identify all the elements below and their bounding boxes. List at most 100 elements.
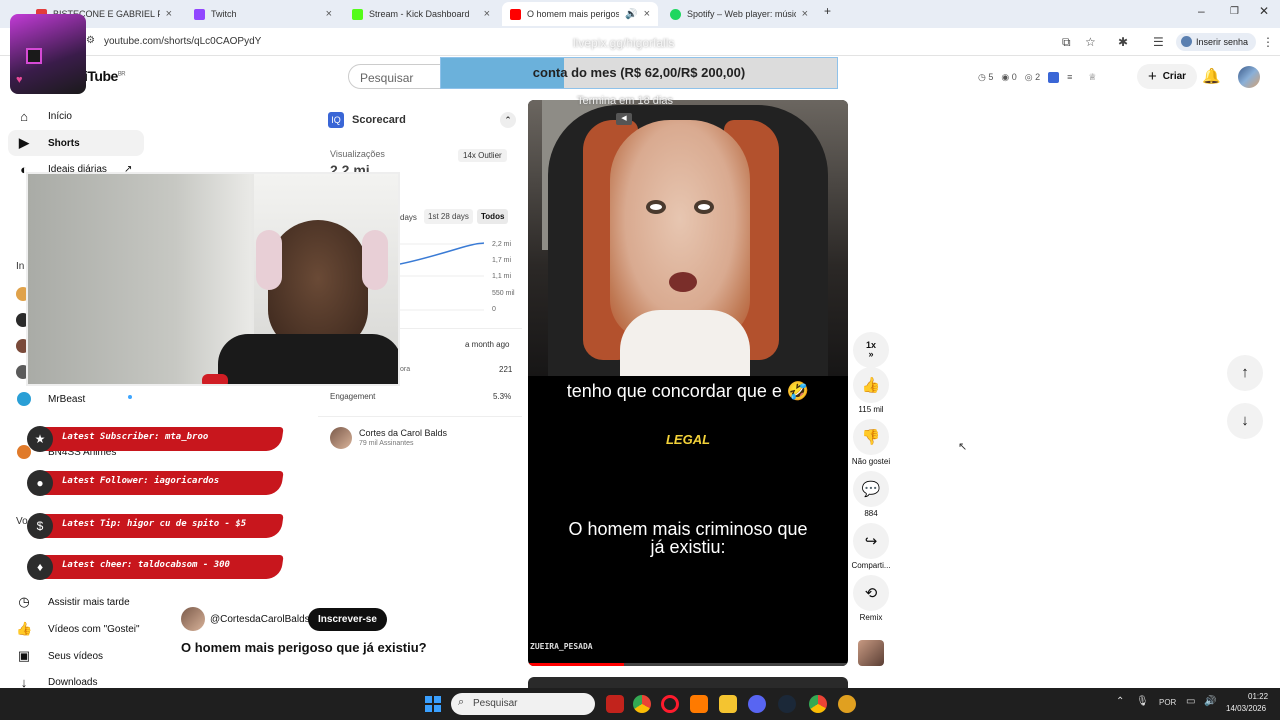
tray-chevron-icon[interactable]: ⌃ [1116,696,1124,707]
axis-tick: 1,7 mi [492,257,512,264]
site-info-icon[interactable]: ⚙ [86,35,95,46]
range-tab-active[interactable]: Todos [477,209,509,224]
like-count: 115 mil [858,405,884,414]
discord-icon[interactable] [748,695,766,713]
shorts-icon: ▶ [19,135,29,150]
sound-thumbnail[interactable] [858,640,884,666]
tab-search-icon[interactable]: ☰ [1153,35,1164,49]
logo-region: BR [117,71,126,78]
sidebar-item-watch-later[interactable]: ◷ Assistir mais tarde [8,589,144,615]
clock-time[interactable]: 01:22 [1248,692,1268,701]
vidiq-icon[interactable] [1048,71,1060,83]
speaker-icon[interactable]: 🔊 [625,9,637,20]
signin-label: Inserir senha [1196,37,1249,47]
chrome-icon[interactable] [633,695,651,713]
maximize-icon[interactable]: ❐ [1230,6,1239,17]
folder-icon[interactable] [719,695,737,713]
password-signin-chip[interactable]: Inserir senha [1176,33,1257,51]
streamer-head [268,220,368,350]
trophy-icon[interactable]: ♕ [1088,72,1096,83]
new-content-dot [128,395,132,399]
clock-date[interactable]: 14/03/2026 [1226,704,1266,713]
taskbar-search[interactable]: ⌕ Pesquisar [451,693,595,715]
create-label: Criar [1162,71,1187,82]
browser-menu-icon[interactable]: ⋮ [1262,35,1274,49]
sidebar-item-home[interactable]: ⌂ Início [8,103,144,129]
channel-handle[interactable]: @CortesdaCarolBalds [210,614,310,625]
browser-tab[interactable]: Twitch × [186,2,340,26]
share-button[interactable]: ↪ Comparti... [847,523,895,570]
like-button[interactable]: 👍 115 mil [851,367,891,414]
close-window-icon[interactable]: ✕ [1259,4,1269,18]
sidebar-item-your-videos[interactable]: ▣ Seus vídeos [8,643,144,669]
search-input[interactable]: Pesquisar [348,64,448,89]
profile-icon [1181,36,1192,47]
browser-tab-active[interactable]: O homem mais perigoso q 🔊 × [502,2,658,26]
person-icon: ● [27,470,53,496]
scorecard-title: Scorecard [352,114,406,126]
windows-start-icon[interactable] [425,696,441,712]
next-short-arrow-icon[interactable]: ↓ [1227,403,1263,439]
close-tab-icon[interactable]: × [644,8,650,20]
sidebar-item-mrbeast[interactable]: MrBeast [8,386,144,412]
volume-icon[interactable]: 🔊 [1204,696,1216,707]
youtube-logo[interactable]: iTubeBR [84,68,126,84]
eye [646,200,666,214]
network-icon[interactable]: ▭ [1186,696,1195,707]
progress-track[interactable] [528,663,848,666]
channel-card[interactable]: Cortes da Carol Balds 79 mil Assinantes [318,416,522,456]
channel-avatar[interactable] [181,607,205,631]
remix-icon: ⟲ [853,575,889,611]
app-icon[interactable] [690,695,708,713]
sidebar-item-liked[interactable]: 👍 Vídeos com "Gostei" [8,616,144,642]
close-tab-icon[interactable]: × [326,8,332,20]
previous-short-arrow-icon[interactable]: ↑ [1227,355,1263,391]
progress-fill [528,663,624,666]
range-tab[interactable]: days [400,213,417,222]
steam-icon[interactable] [778,695,796,713]
next-video-peek [528,677,848,688]
app-icon[interactable] [838,695,856,713]
minimize-icon[interactable]: – [1198,4,1205,18]
close-tab-icon[interactable]: × [166,8,172,20]
avatar[interactable] [1238,66,1260,88]
range-tab[interactable]: 1st 28 days [424,209,473,224]
white-top [620,310,750,376]
dislike-button[interactable]: 👎 Não gostei [847,419,895,466]
chrome-active-icon[interactable] [809,695,827,713]
url-field[interactable]: youtube.com/shorts/qLc0CAOPydY [104,36,261,47]
browser-tab[interactable]: Spotify – Web player: música p... × [662,2,816,26]
microphone-icon[interactable]: 🎙 [1136,696,1149,707]
mute-icon[interactable]: ◀ [616,113,632,125]
speed-control[interactable]: 1x» [851,332,891,370]
search-icon: ⌕ [458,696,465,708]
install-app-icon[interactable]: ⧉ [1062,35,1071,50]
shorts-video-player[interactable]: ◀ tenho que concordar que e 🤣 LEGAL O ho… [528,100,848,666]
close-tab-icon[interactable]: × [484,8,490,20]
sidebar-item-label: Assistir mais tarde [48,596,130,608]
goal-text: conta do mes (R$ 62,00/R$ 200,00) [532,65,746,80]
collapse-chevron-icon[interactable]: ⌃ [500,112,516,128]
comments-button[interactable]: 💬 884 [851,471,891,518]
sidebar-item-label: Início [48,110,72,122]
comment-icon: 💬 [853,471,889,507]
tab-title: Stream - Kick Dashboard [369,9,470,19]
sidebar-item-shorts[interactable]: ▶ Shorts [8,130,144,156]
subscribe-button[interactable]: Inscrever-se [308,608,387,631]
language-indicator[interactable]: POR [1159,698,1176,707]
close-tab-icon[interactable]: × [802,8,808,20]
bookmark-star-icon[interactable]: ☆ [1085,35,1096,49]
comment-count: 884 [864,509,878,518]
axis-tick: 550 mil [492,290,515,297]
sidebar-item-label: Vídeos com "Gostei" [48,623,140,635]
extensions-icon[interactable]: ✱ [1118,35,1128,49]
new-tab-icon[interactable]: + [824,4,831,18]
browser-tab[interactable]: Stream - Kick Dashboard × [344,2,498,26]
notifications-bell-icon[interactable]: 🔔 [1202,67,1221,85]
dollar-icon: $ [27,513,53,539]
create-button[interactable]: + Criar [1137,64,1197,89]
app-icon[interactable] [606,695,624,713]
opera-icon[interactable] [661,695,679,713]
list-icon[interactable]: ≡ [1067,72,1072,82]
remix-button[interactable]: ⟲ Remix [851,575,891,622]
